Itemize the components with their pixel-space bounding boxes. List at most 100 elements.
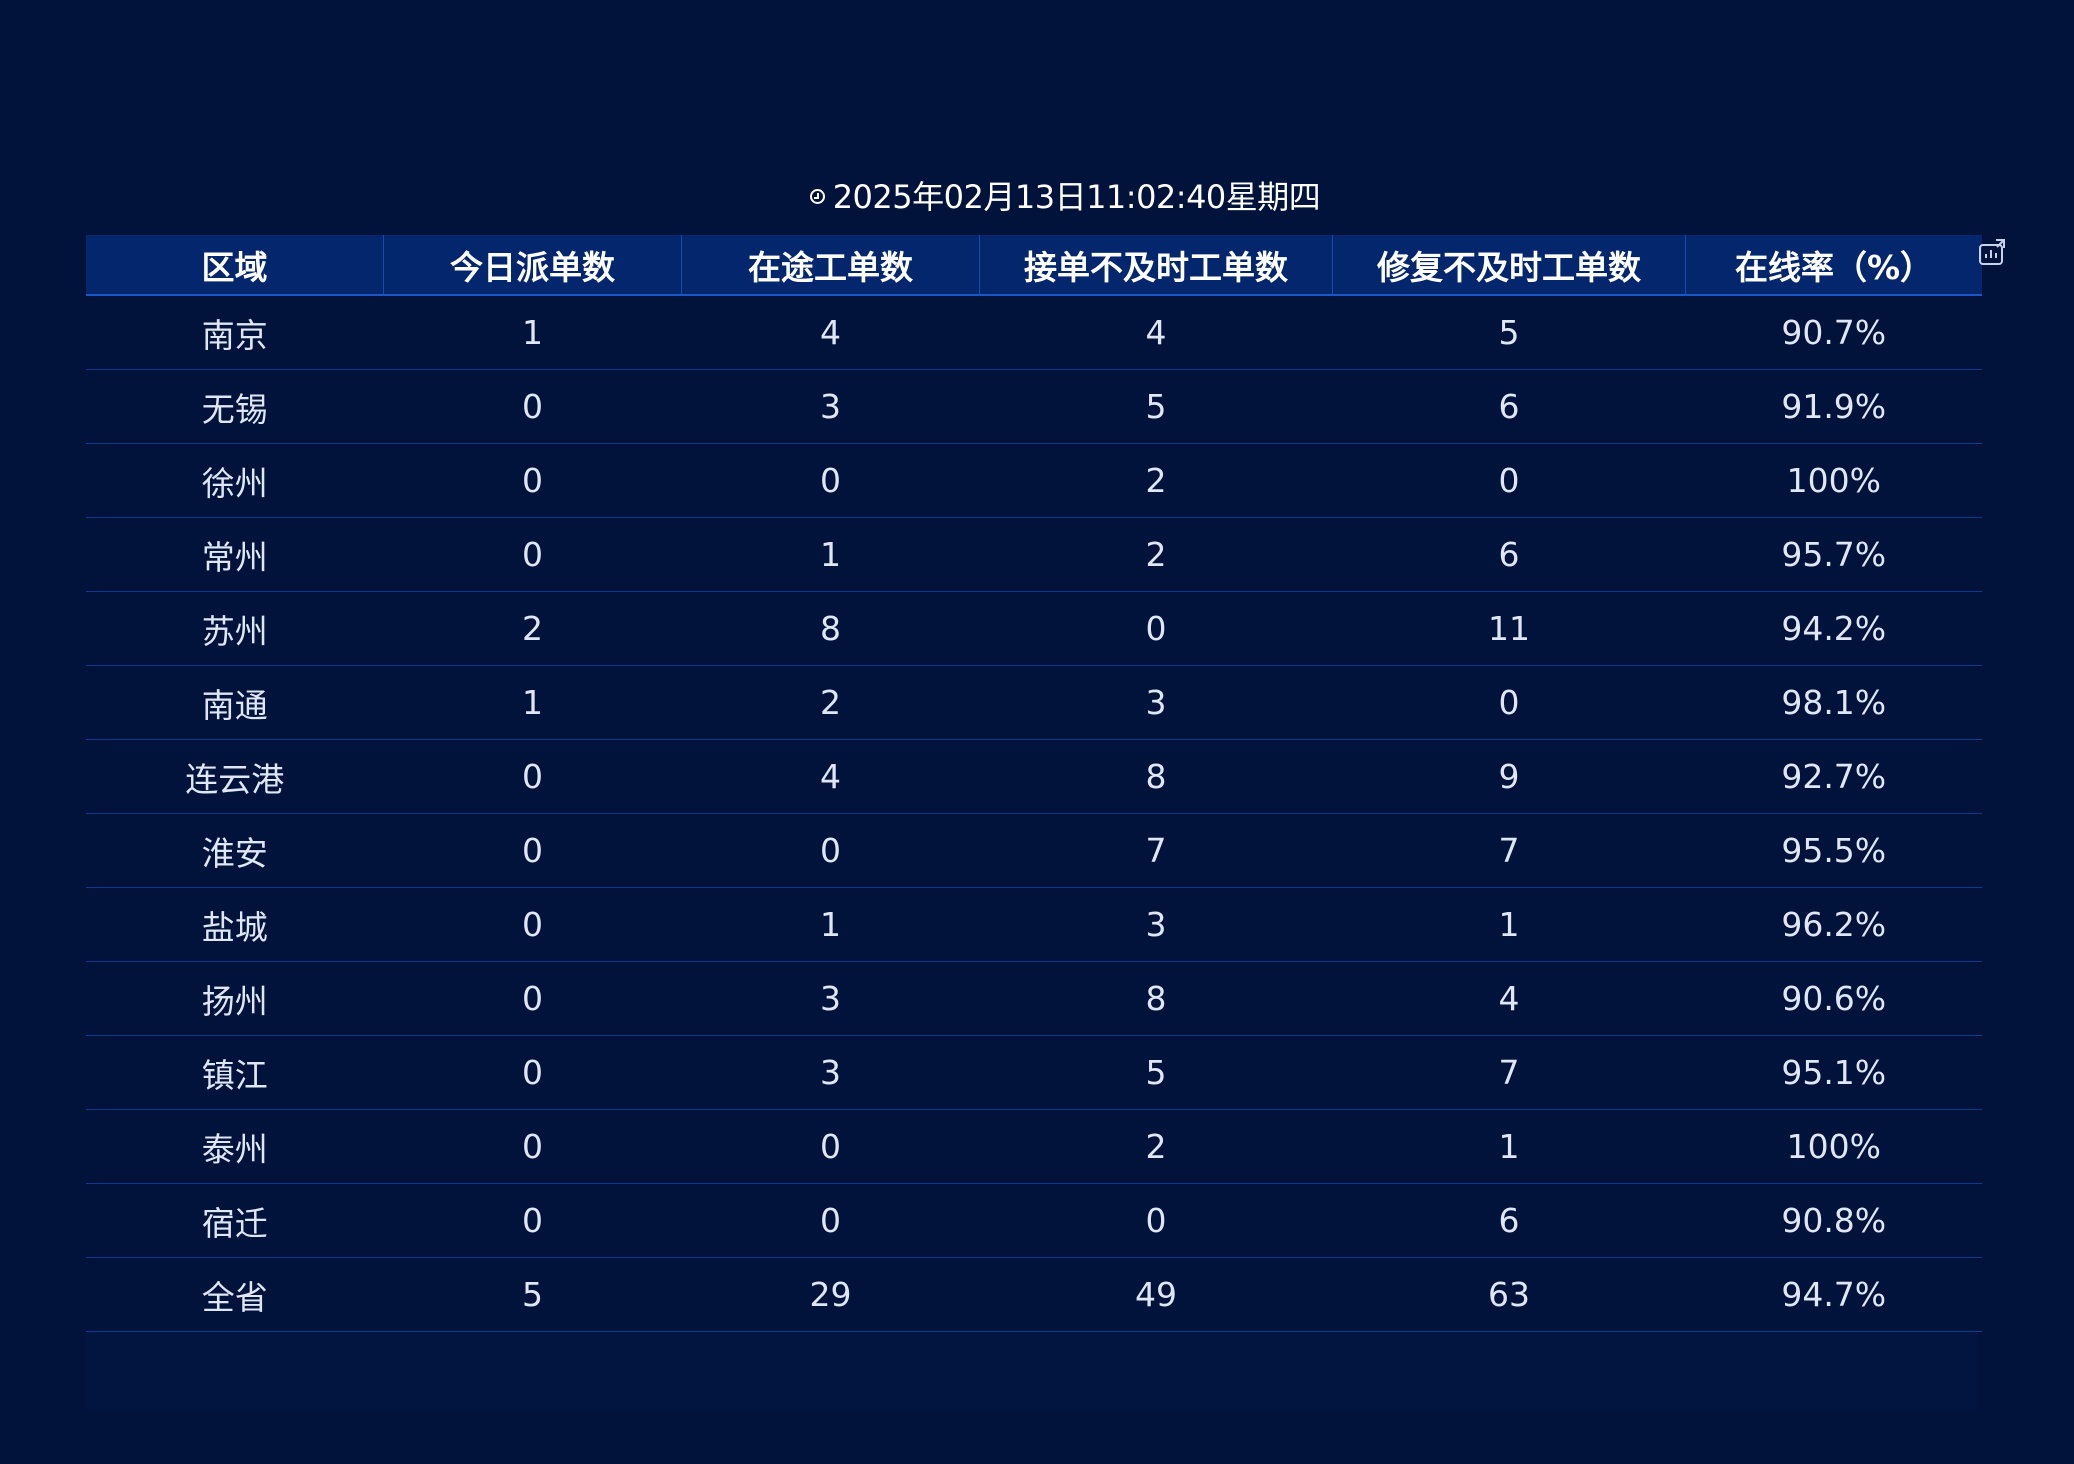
cell-online-rate: 90.8%	[1685, 1183, 1982, 1258]
cell-in-transit: 4	[681, 295, 980, 370]
table-row[interactable]: 泰州 0 0 2 1 100%	[86, 1109, 1982, 1184]
cell-in-transit: 2	[681, 665, 980, 740]
chart-export-icon[interactable]	[1977, 238, 2007, 268]
column-header-today-dispatched[interactable]: 今日派单数	[383, 235, 682, 296]
table-row[interactable]: 扬州 0 3 8 4 90.6%	[86, 961, 1982, 1036]
cell-today-dispatched: 0	[383, 739, 682, 814]
table-row[interactable]: 徐州 0 0 2 0 100%	[86, 443, 1982, 518]
table-row[interactable]: 连云港 0 4 8 9 92.7%	[86, 739, 1982, 814]
cell-today-dispatched: 1	[383, 295, 682, 370]
cell-late-repair: 0	[1332, 665, 1686, 740]
cell-region: 无锡	[86, 369, 384, 444]
cell-region: 南通	[86, 665, 384, 740]
cell-in-transit: 1	[681, 517, 980, 592]
cell-region: 连云港	[86, 739, 384, 814]
cell-region: 泰州	[86, 1109, 384, 1184]
table-row[interactable]: 无锡 0 3 5 6 91.9%	[86, 369, 1982, 444]
table-header: 区域 今日派单数 在途工单数 接单不及时工单数 修复不及时工单数 在线率（%）	[86, 235, 1982, 296]
table-row[interactable]: 常州 0 1 2 6 95.7%	[86, 517, 1982, 592]
cell-late-repair: 1	[1332, 887, 1686, 962]
cell-late-accept: 8	[979, 961, 1333, 1036]
cell-today-dispatched: 0	[383, 369, 682, 444]
table-row[interactable]: 镇江 0 3 5 7 95.1%	[86, 1035, 1982, 1110]
cell-online-rate: 91.9%	[1685, 369, 1982, 444]
cell-late-accept: 8	[979, 739, 1333, 814]
cell-today-dispatched: 0	[383, 1035, 682, 1110]
table-row[interactable]: 苏州 2 8 0 11 94.2%	[86, 591, 1982, 666]
cell-region: 全省	[86, 1257, 384, 1332]
clock-icon	[809, 188, 825, 204]
datetime-text: 2025年02月13日11:02:40星期四	[832, 178, 1321, 216]
cell-today-dispatched: 1	[383, 665, 682, 740]
cell-today-dispatched: 0	[383, 961, 682, 1036]
table-header-row: 区域 今日派单数 在途工单数 接单不及时工单数 修复不及时工单数 在线率（%）	[86, 235, 1982, 296]
cell-late-repair: 6	[1332, 1183, 1686, 1258]
cell-online-rate: 95.1%	[1685, 1035, 1982, 1110]
cell-online-rate: 95.7%	[1685, 517, 1982, 592]
cell-late-repair: 11	[1332, 591, 1686, 666]
cell-late-accept: 2	[979, 443, 1333, 518]
cell-online-rate: 90.6%	[1685, 961, 1982, 1036]
cell-in-transit: 4	[681, 739, 980, 814]
cell-late-accept: 3	[979, 665, 1333, 740]
table-row[interactable]: 南京 1 4 4 5 90.7%	[86, 295, 1982, 370]
column-header-online-rate[interactable]: 在线率（%）	[1685, 235, 1982, 296]
table-row[interactable]: 宿迁 0 0 0 6 90.8%	[86, 1183, 1982, 1258]
column-header-late-repair[interactable]: 修复不及时工单数	[1332, 235, 1686, 296]
cell-late-repair: 7	[1332, 813, 1686, 888]
cell-region: 苏州	[86, 591, 384, 666]
cell-online-rate: 98.1%	[1685, 665, 1982, 740]
cell-in-transit: 1	[681, 887, 980, 962]
cell-late-repair: 1	[1332, 1109, 1686, 1184]
cell-late-repair: 6	[1332, 517, 1686, 592]
cell-late-accept: 49	[979, 1257, 1333, 1332]
table-row[interactable]: 盐城 0 1 3 1 96.2%	[86, 887, 1982, 962]
cell-late-repair: 0	[1332, 443, 1686, 518]
cell-late-repair: 9	[1332, 739, 1686, 814]
cell-late-accept: 2	[979, 517, 1333, 592]
cell-in-transit: 3	[681, 369, 980, 444]
cell-late-repair: 4	[1332, 961, 1686, 1036]
column-header-late-accept[interactable]: 接单不及时工单数	[979, 235, 1333, 296]
cell-today-dispatched: 0	[383, 887, 682, 962]
cell-online-rate: 100%	[1685, 443, 1982, 518]
cell-online-rate: 90.7%	[1685, 295, 1982, 370]
column-header-in-transit[interactable]: 在途工单数	[681, 235, 980, 296]
cell-today-dispatched: 0	[383, 813, 682, 888]
table-row[interactable]: 淮安 0 0 7 7 95.5%	[86, 813, 1982, 888]
cell-late-repair: 5	[1332, 295, 1686, 370]
cell-in-transit: 3	[681, 1035, 980, 1110]
cell-late-accept: 5	[979, 1035, 1333, 1110]
cell-today-dispatched: 0	[383, 1109, 682, 1184]
cell-in-transit: 0	[681, 1109, 980, 1184]
column-header-region[interactable]: 区域	[86, 235, 384, 296]
cell-late-accept: 5	[979, 369, 1333, 444]
cell-late-accept: 0	[979, 591, 1333, 666]
cell-late-repair: 63	[1332, 1257, 1686, 1332]
cell-late-accept: 2	[979, 1109, 1333, 1184]
cell-late-accept: 7	[979, 813, 1333, 888]
cell-in-transit: 3	[681, 961, 980, 1036]
cell-in-transit: 0	[681, 443, 980, 518]
cell-today-dispatched: 0	[383, 517, 682, 592]
cell-today-dispatched: 2	[383, 591, 682, 666]
work-order-table-panel: 区域 今日派单数 在途工单数 接单不及时工单数 修复不及时工单数 在线率（%） …	[86, 235, 1982, 1410]
cell-region: 宿迁	[86, 1183, 384, 1258]
work-order-table: 区域 今日派单数 在途工单数 接单不及时工单数 修复不及时工单数 在线率（%） …	[86, 235, 1982, 1332]
cell-late-repair: 7	[1332, 1035, 1686, 1110]
datetime-bar: 2025年02月13日11:02:40星期四	[0, 170, 2074, 220]
cell-region: 常州	[86, 517, 384, 592]
cell-region: 南京	[86, 295, 384, 370]
cell-late-repair: 6	[1332, 369, 1686, 444]
cell-region: 镇江	[86, 1035, 384, 1110]
cell-region: 淮安	[86, 813, 384, 888]
cell-region: 盐城	[86, 887, 384, 962]
table-row[interactable]: 南通 1 2 3 0 98.1%	[86, 665, 1982, 740]
cell-online-rate: 94.2%	[1685, 591, 1982, 666]
cell-online-rate: 92.7%	[1685, 739, 1982, 814]
cell-online-rate: 96.2%	[1685, 887, 1982, 962]
cell-region: 徐州	[86, 443, 384, 518]
cell-today-dispatched: 0	[383, 1183, 682, 1258]
table-row-total[interactable]: 全省 5 29 49 63 94.7%	[86, 1257, 1982, 1332]
cell-in-transit: 0	[681, 1183, 980, 1258]
